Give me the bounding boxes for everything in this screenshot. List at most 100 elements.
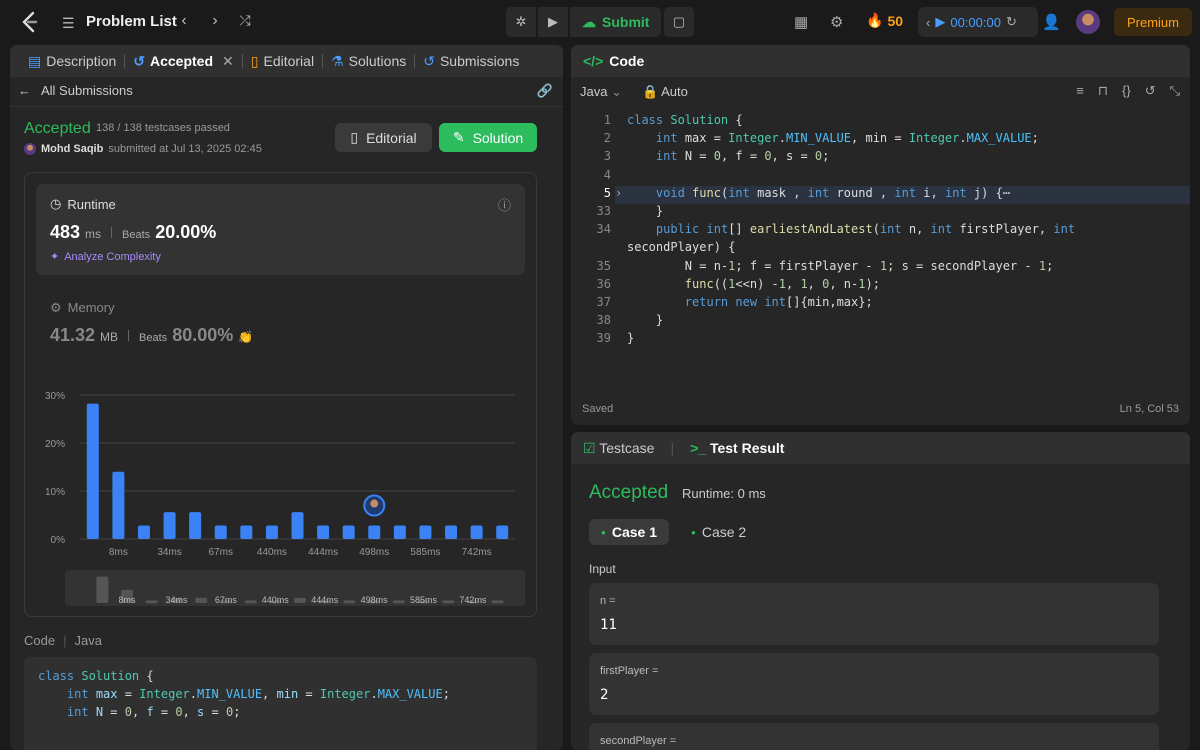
- chart-bar: [112, 471, 125, 539]
- code-icon: </>: [583, 53, 604, 69]
- memory-card[interactable]: ⚙ Memory: [50, 300, 115, 316]
- fold-chevron-icon[interactable]: ›: [615, 186, 622, 200]
- input-label: Input: [589, 562, 616, 576]
- code-line[interactable]: }: [627, 313, 663, 327]
- streak-counter[interactable]: 🔥 50: [866, 12, 903, 29]
- add-friend-icon[interactable]: 👤: [1042, 13, 1061, 31]
- layout-icon[interactable]: ▦: [794, 13, 808, 31]
- minimap-tick-label: 440ms: [262, 595, 290, 605]
- braces-icon[interactable]: {}: [1122, 83, 1131, 99]
- chart-bar: [368, 525, 381, 539]
- bookmark-icon[interactable]: ⊓: [1098, 83, 1108, 99]
- chart-bar: [470, 525, 483, 539]
- code-line[interactable]: }: [627, 331, 634, 345]
- timer[interactable]: ‹ ▶ 00:00:00 ↻: [918, 7, 1038, 37]
- problem-list-icon[interactable]: ☰: [62, 15, 75, 32]
- avatar[interactable]: [1076, 10, 1100, 34]
- x-tick-label: 585ms: [410, 547, 440, 558]
- analyze-complexity-link[interactable]: ✦ Analyze Complexity: [50, 250, 161, 264]
- case-2-tab[interactable]: ● Case 2: [679, 519, 758, 545]
- input-box[interactable]: firstPlayer = 2: [589, 653, 1159, 715]
- minimap-bar: [294, 597, 306, 603]
- book-icon: ▯: [250, 52, 259, 69]
- submitted-code[interactable]: class Solution { int max = Integer.MIN_V…: [24, 657, 537, 750]
- runtime-card[interactable]: ◷ Runtime ⓘ 483 ms Beats 20.00% ✦ Analyze …: [36, 184, 525, 275]
- input-box[interactable]: secondPlayer =: [589, 723, 1159, 750]
- result-status: Accepted: [589, 482, 669, 503]
- arrow-left-icon: ←: [18, 83, 31, 98]
- play-timer-icon[interactable]: ▶: [935, 14, 945, 30]
- collapse-timer-icon[interactable]: ‹: [926, 15, 930, 30]
- code-line[interactable]: int N = 0, f = 0, s = 0;: [627, 149, 829, 163]
- code-line[interactable]: int max = Integer.MIN_VALUE, min = Integ…: [627, 131, 1039, 145]
- shuffle-icon[interactable]: ⤮: [236, 12, 254, 29]
- code-line[interactable]: class Solution {: [627, 113, 743, 127]
- leetcode-logo-icon[interactable]: [20, 11, 40, 33]
- book-icon: ▯: [350, 129, 359, 145]
- solution-button[interactable]: ✎ Solution: [439, 123, 537, 152]
- next-problem-icon[interactable]: ›: [206, 12, 224, 30]
- fullscreen-icon[interactable]: ⤡: [1170, 83, 1180, 99]
- reset-timer-icon[interactable]: ↻: [1006, 14, 1017, 30]
- line-number: 38: [596, 313, 611, 328]
- clap-icon: 👏: [238, 330, 254, 344]
- clock-icon: ◷: [50, 196, 62, 211]
- notes-icon[interactable]: ▢: [664, 7, 694, 37]
- info-icon[interactable]: ⓘ: [498, 195, 511, 214]
- fire-icon: 🔥: [866, 12, 884, 28]
- line-number: 3: [603, 149, 611, 164]
- debug-icon[interactable]: ✲: [506, 7, 536, 37]
- tab-testcase[interactable]: ☑ Testcase: [583, 440, 654, 457]
- code-line: int max = Integer.MIN_VALUE, min = Integ…: [66, 687, 450, 701]
- input-box[interactable]: n = 11: [589, 583, 1159, 645]
- y-tick-label: 20%: [45, 439, 65, 450]
- tab-test-result[interactable]: >_ Test Result: [690, 440, 784, 456]
- tab-submissions[interactable]: ↺ Submissions: [415, 45, 527, 77]
- line-number: 5: [603, 185, 611, 200]
- gear-icon[interactable]: ⚙: [830, 13, 843, 31]
- line-number: 33: [596, 204, 611, 218]
- minimap-bar: [244, 600, 257, 604]
- checkbox-icon: ☑: [583, 439, 596, 456]
- tab-editorial[interactable]: ▯ Editorial: [243, 45, 322, 77]
- runtime-value: 483 ms Beats 20.00%: [50, 222, 217, 242]
- run-icon[interactable]: ▶: [538, 7, 568, 37]
- problem-list-title[interactable]: Problem List: [86, 13, 177, 30]
- reset-icon[interactable]: ↺: [1145, 83, 1156, 99]
- code-line[interactable]: secondPlayer) {: [627, 240, 735, 254]
- premium-button[interactable]: Premium: [1114, 8, 1192, 36]
- code-line[interactable]: void func(int mask , int round , int i, …: [627, 186, 1010, 200]
- code-line[interactable]: return new int[]{min,max};: [627, 295, 873, 309]
- runtime-distribution-chart[interactable]: 30% 20% 10% 0% 8ms 34ms 67ms 440ms 444ms 498ms 585…: [25, 373, 538, 618]
- case-1-tab[interactable]: ● Case 1: [589, 519, 669, 545]
- submit-button[interactable]: ☁ Submit: [570, 7, 662, 37]
- code-tab[interactable]: </> Code: [571, 45, 1190, 77]
- cursor-position: Ln 5, Col 53: [1119, 403, 1179, 415]
- run-submit-group: ✲ ▶ ☁ Submit: [506, 7, 662, 37]
- tab-solutions[interactable]: ⚗ Solutions: [323, 45, 414, 77]
- format-icon[interactable]: ≡: [1076, 83, 1084, 99]
- chart-bar: [445, 525, 458, 539]
- sparkle-icon: ✦: [50, 251, 60, 263]
- tab-accepted[interactable]: ↺ Accepted ✕: [125, 45, 242, 77]
- line-number: 39: [596, 331, 611, 346]
- submission-meta: Mohd Saqib submitted at Jul 13, 2025 02:…: [24, 143, 262, 155]
- close-icon[interactable]: ✕: [222, 53, 234, 70]
- user-name[interactable]: Mohd Saqib: [41, 143, 103, 155]
- code-line[interactable]: N = n-1; f = firstPlayer - 1; s = second…: [627, 259, 1054, 273]
- minimap-bar: [96, 576, 109, 603]
- code-line[interactable]: public int[] earliestAndLatest(int n, in…: [627, 222, 1075, 236]
- language-select[interactable]: Java ⌄: [580, 84, 622, 100]
- prev-problem-icon[interactable]: ‹: [175, 12, 193, 30]
- code-line[interactable]: func((1<<n) -1, 1, 0, n-1);: [627, 277, 880, 291]
- x-tick-label: 440ms: [257, 547, 287, 558]
- code-line[interactable]: }: [627, 204, 663, 218]
- auto-mode[interactable]: 🔒 Auto: [642, 84, 688, 100]
- line-number: 4: [603, 167, 611, 182]
- editorial-button[interactable]: ▯ Editorial: [335, 123, 432, 152]
- minimap-tick-label: 585ms: [410, 595, 438, 605]
- all-submissions-link[interactable]: ← All Submissions: [18, 83, 133, 98]
- tab-description[interactable]: ▤ Description: [20, 45, 124, 77]
- lock-icon: 🔒: [642, 84, 659, 99]
- share-link-icon[interactable]: 🔗: [537, 83, 553, 99]
